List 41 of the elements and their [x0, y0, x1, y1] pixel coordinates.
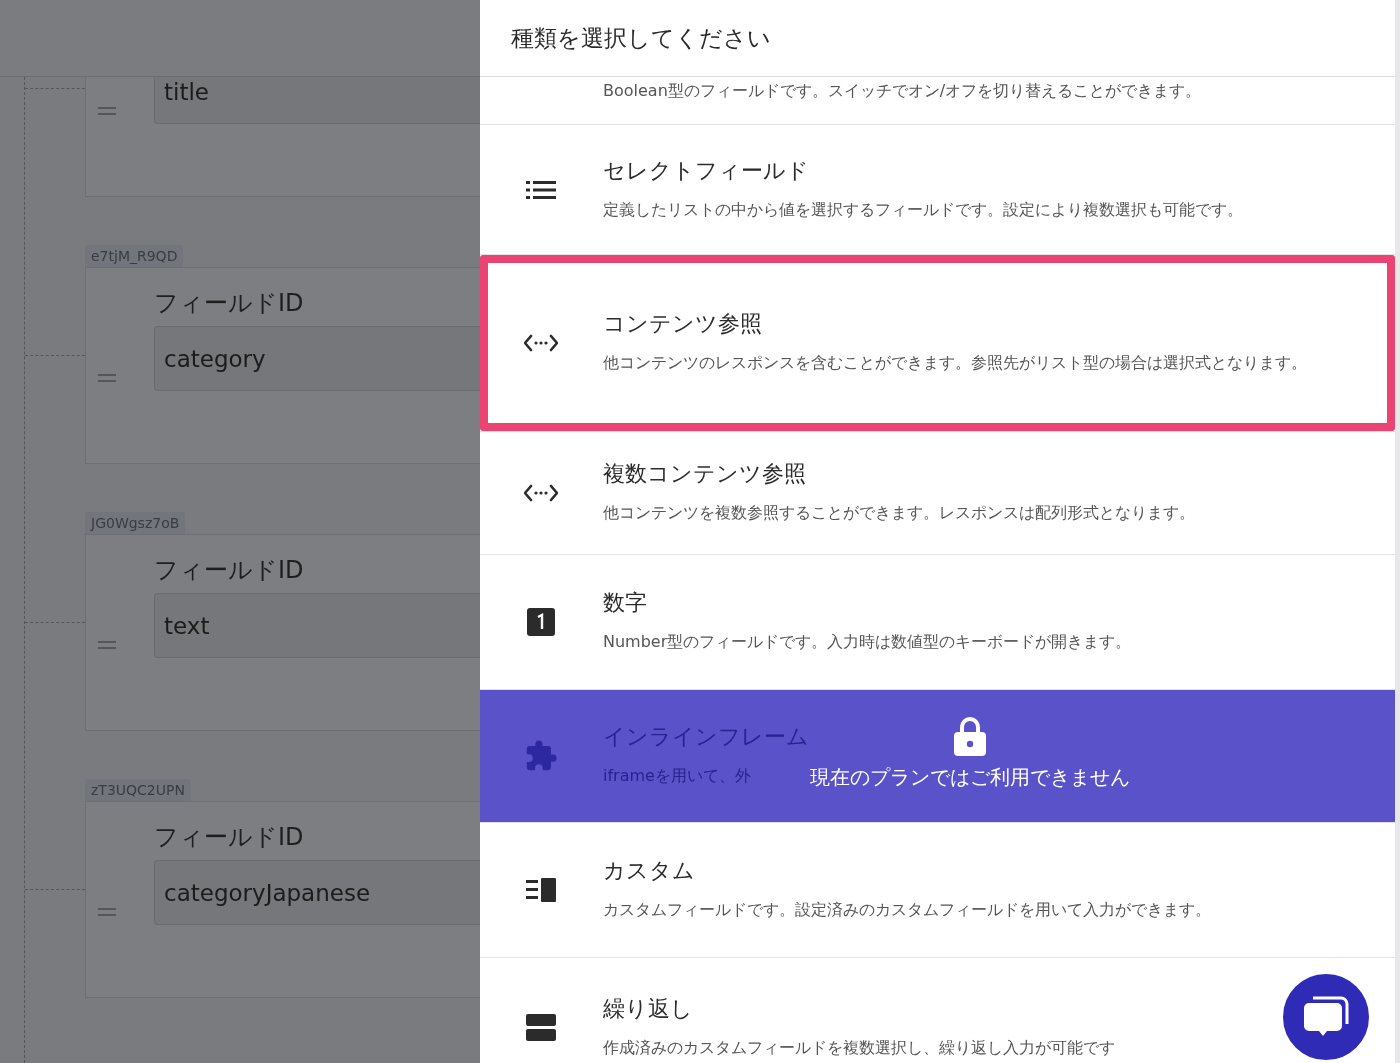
type-title: 数字 [603, 589, 647, 617]
drag-handle-icon[interactable] [98, 908, 116, 916]
type-title: セレクトフィールド [603, 156, 809, 185]
type-title: カスタム [603, 857, 695, 885]
drag-handle-icon[interactable] [98, 107, 116, 115]
field-tag: e7tjM_R9QD [85, 245, 184, 267]
input-field[interactable]: category [154, 326, 480, 391]
lock-message: 現在のプランではご利用できません [809, 764, 1130, 791]
type-title: コンテンツ参照 [603, 310, 762, 338]
drag-handle-icon[interactable] [98, 374, 116, 382]
type-title: 繰り返し [603, 994, 693, 1023]
number-icon [527, 608, 555, 636]
code-arrows-icon [524, 484, 558, 502]
field-label: フィールドID [154, 824, 305, 850]
field-tag: zT3UQC2UPN [85, 779, 191, 801]
type-option[interactable]: コンテンツ参照 他コンテンツのレスポンスを含むことができます。参照先がリスト型の場合は選択式となります。 [480, 255, 1395, 432]
locked-type-option[interactable]: インラインフレーム iframeを用いて、外 現在のプランではご利用できません [480, 690, 1395, 823]
lock-icon [953, 716, 986, 756]
type-description: 他コンテンツのレスポンスを含むことができます。参照先がリスト型の場合は選択式となります。 [603, 352, 1307, 374]
type-title: インラインフレーム [603, 723, 809, 751]
type-description: 作成済みのカスタムフィールドを複数選択し、繰り返し入力が可能です [603, 1036, 1115, 1059]
input-field[interactable]: title [154, 77, 480, 124]
puzzle-icon [524, 739, 558, 773]
type-description: 定義したリストの中から値を選択するフィールドです。設定により複数選択も可能です。 [603, 198, 1243, 221]
input-field[interactable]: text [154, 593, 480, 658]
columns-icon [526, 878, 556, 902]
type-description: Number型のフィールドです。入力時は数値型のキーボードが開きます。 [603, 631, 1132, 653]
field-tag: JG0Wgsz7oB [85, 512, 186, 534]
field-label: フィールドID [154, 557, 305, 583]
type-description: カスタムフィールドです。設定済みのカスタムフィールドを用いて入力ができます。 [603, 899, 1211, 921]
type-description: Boolean型のフィールドです。スイッチでオン/オフを切り替えることができます。 [603, 80, 1202, 102]
list-icon [526, 180, 556, 199]
dialog-title: 種類を選択してください [511, 23, 771, 53]
input-field[interactable]: categoryJapanese [154, 860, 480, 925]
stacked-rows-icon [526, 1013, 556, 1042]
field-label: フィールドID [154, 290, 305, 316]
code-arrows-icon [524, 334, 558, 352]
type-title: 複数コンテンツ参照 [603, 460, 806, 488]
type-description: 他コンテンツを複数参照することができます。レスポンスは配列形式となります。 [603, 502, 1195, 524]
drag-handle-icon[interactable] [98, 641, 116, 649]
type-description: iframeを用いて、外 [603, 765, 751, 787]
